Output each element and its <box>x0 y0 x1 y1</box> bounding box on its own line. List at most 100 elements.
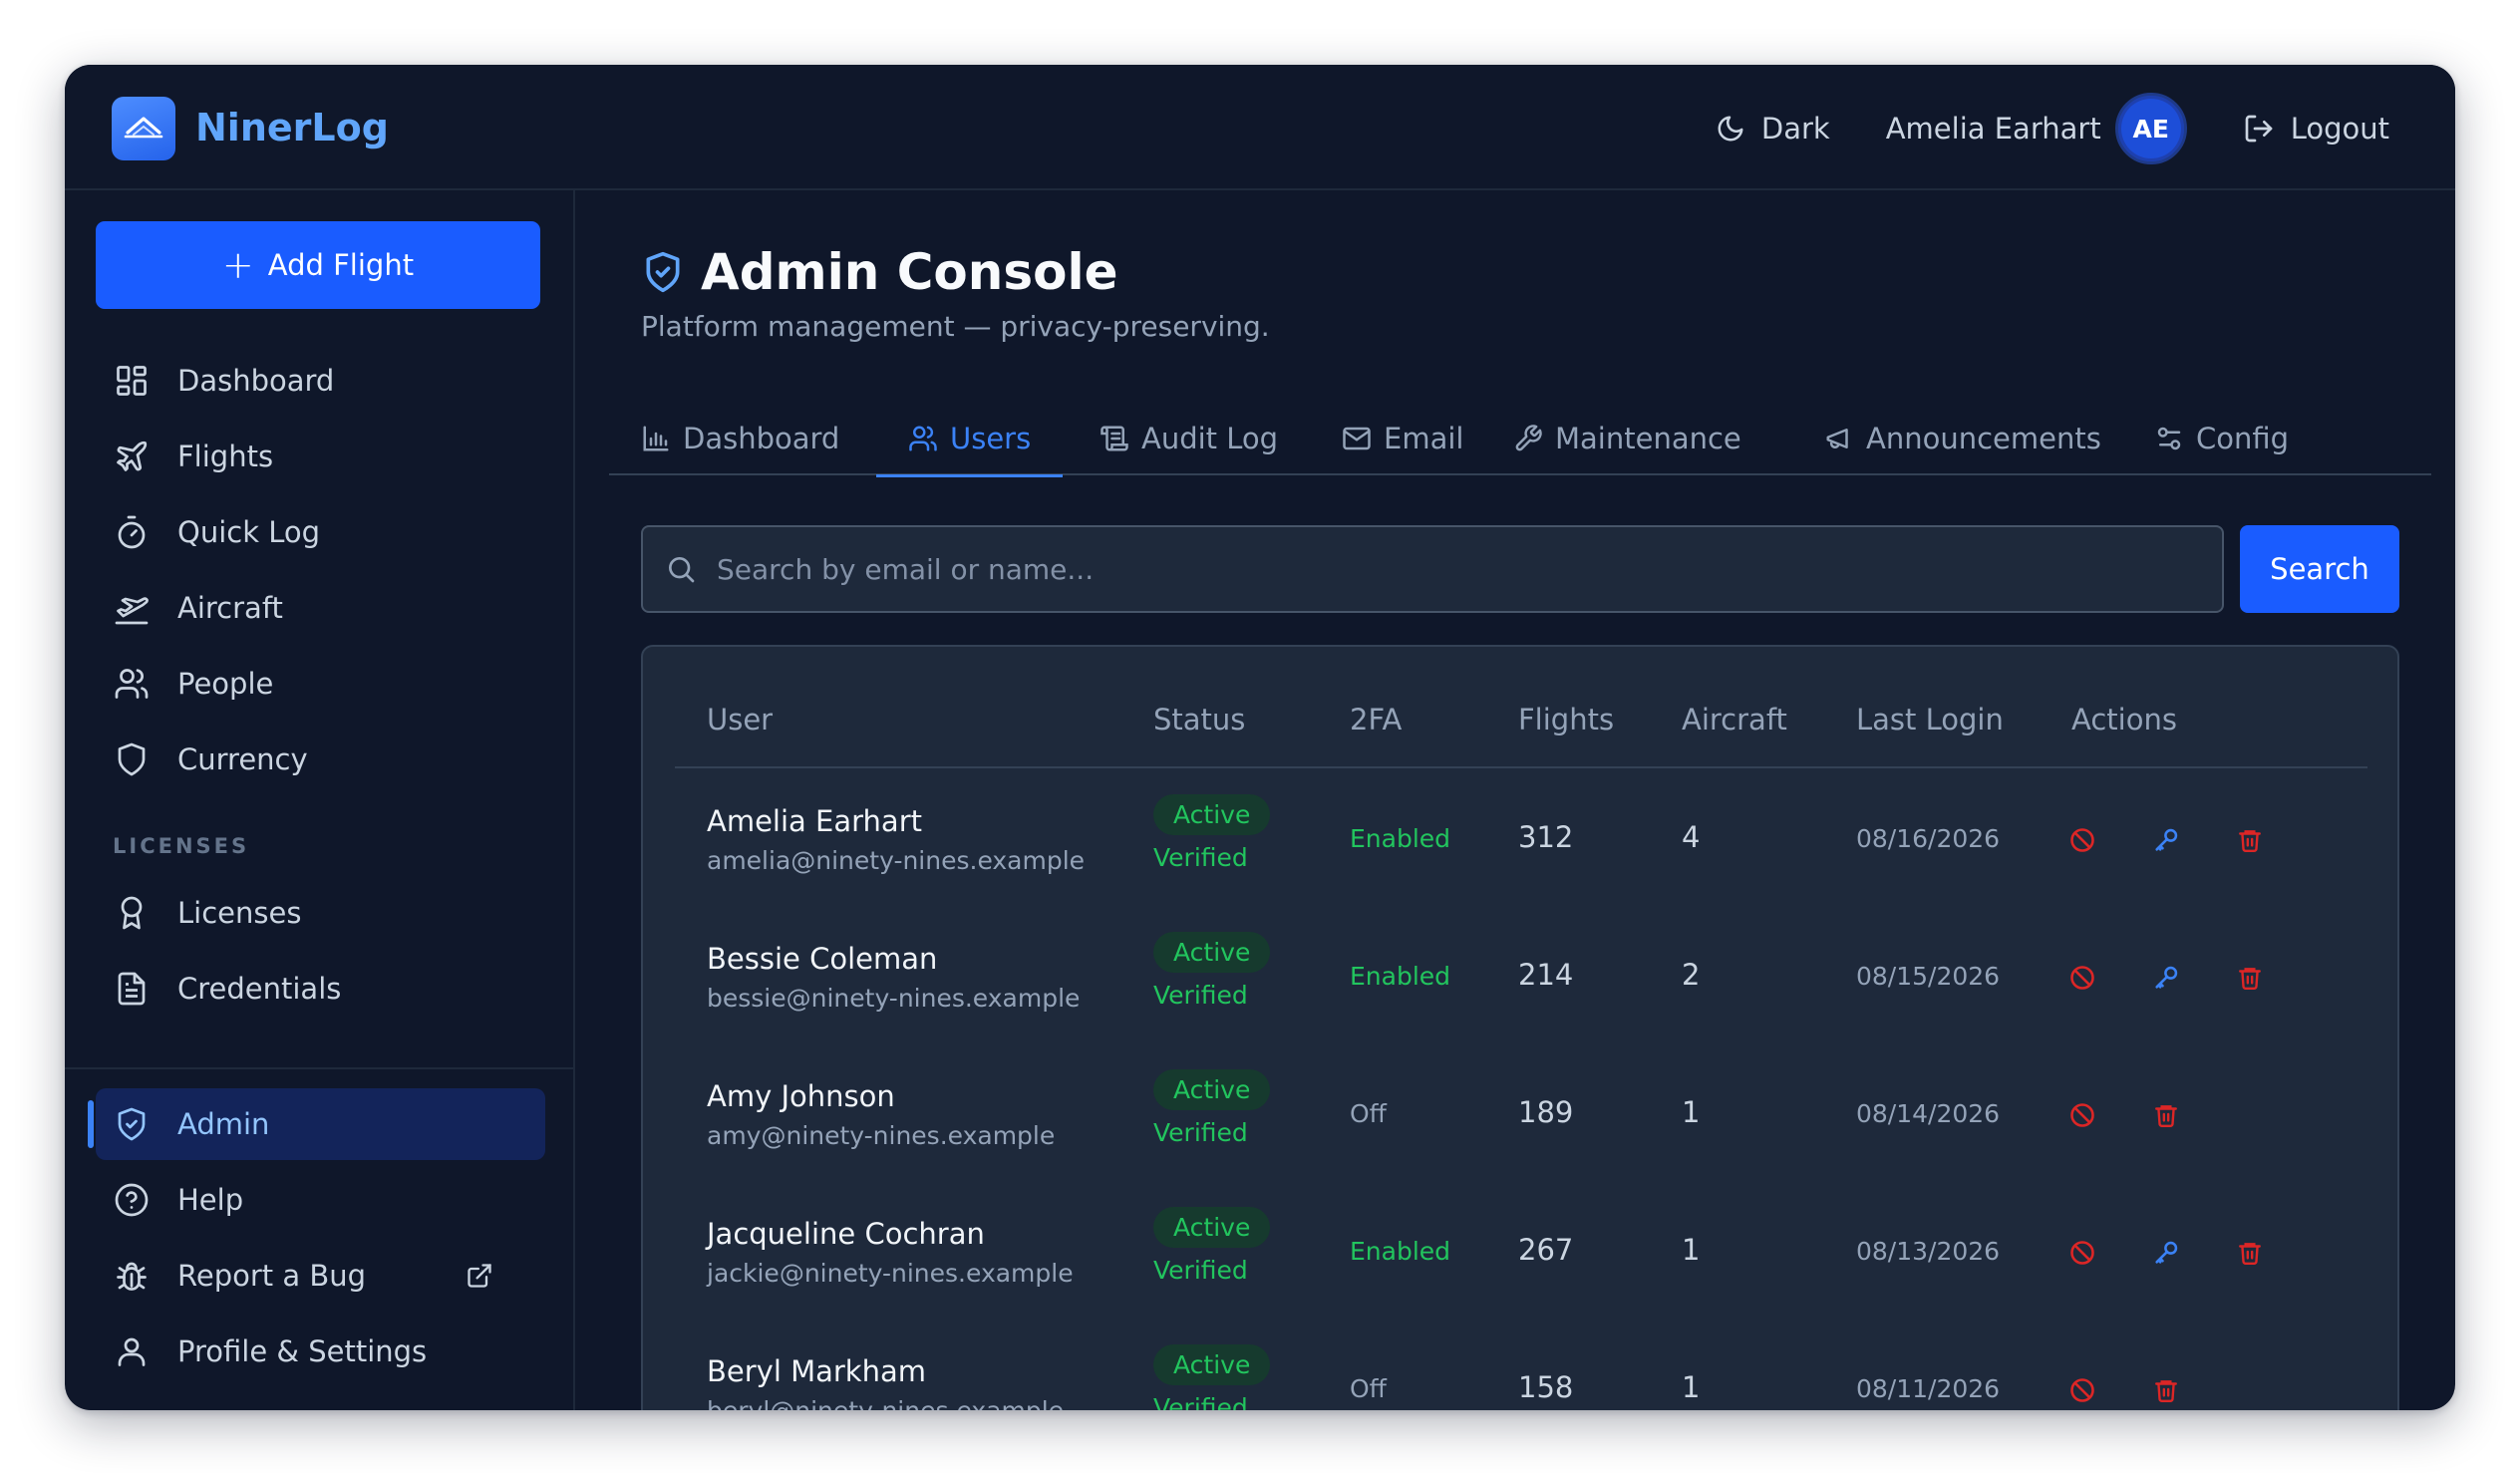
last-login-date: 08/15/2026 <box>1856 962 2001 991</box>
last-login-date: 08/13/2026 <box>1856 1237 2001 1266</box>
sidebar-item-label: Currency <box>177 742 308 776</box>
user-cell: Amy Johnson amy@ninety-nines.example <box>707 1079 1055 1150</box>
flights-count: 312 <box>1518 820 1574 854</box>
last-login-date: 08/16/2026 <box>1856 824 2001 853</box>
user-name: Beryl Markham <box>707 1354 927 1388</box>
page-subtitle: Platform management — privacy-preserving… <box>641 310 1270 343</box>
add-flight-button[interactable]: + Add Flight <box>96 221 540 309</box>
delete-user-button[interactable] <box>2148 1372 2184 1408</box>
page-header: Admin Console <box>641 240 1118 304</box>
ban-icon <box>2070 1103 2094 1127</box>
reset-2fa-button[interactable] <box>2148 960 2184 996</box>
sidebar-item-profile-settings[interactable]: Profile & Settings <box>96 1316 545 1387</box>
disable-user-button[interactable] <box>2064 1097 2100 1133</box>
sidebar-item-label: Flights <box>177 440 274 473</box>
user-name: Amy Johnson <box>707 1079 895 1113</box>
reset-2fa-button[interactable] <box>2148 1235 2184 1271</box>
verified-label: Verified <box>1153 1256 1248 1285</box>
status-cell: Active Verified <box>1153 932 1271 1010</box>
tab-dashboard[interactable]: Dashboard <box>609 402 871 475</box>
sidebar-item-admin[interactable]: Admin <box>88 1088 545 1160</box>
sidebar-item-label: Report a Bug <box>177 1259 367 1293</box>
column-header[interactable]: 2FA <box>1350 703 1402 736</box>
disable-user-button[interactable] <box>2064 1372 2100 1408</box>
tab-announcements[interactable]: Announcements <box>1792 402 2133 475</box>
status-badge: Active <box>1153 794 1271 835</box>
disable-user-button[interactable] <box>2064 1235 2100 1271</box>
shield-check-icon <box>646 251 680 293</box>
tab-audit-log[interactable]: Audit Log <box>1068 402 1310 475</box>
tab-email[interactable]: Email <box>1310 402 1495 475</box>
search-button[interactable]: Search <box>2240 525 2399 613</box>
top-bar: NinerLog Dark Amelia Earhart AE Logout <box>65 65 2455 190</box>
sidebar-item-credentials[interactable]: Credentials <box>96 953 545 1025</box>
twofa-status: Off <box>1350 1374 1387 1403</box>
sidebar-divider <box>65 1067 575 1069</box>
table-row: Beryl Markham beryl@ninety-nines.example A… <box>643 1321 2397 1410</box>
tab-maintenance[interactable]: Maintenance <box>1481 402 1773 475</box>
trash-icon <box>2155 1380 2177 1403</box>
user-icon <box>118 1337 146 1366</box>
logout-label: Logout <box>2290 112 2389 146</box>
column-header[interactable]: Aircraft <box>1682 703 1787 736</box>
table-header: User Status 2FA Flights Aircraft Last Lo… <box>675 647 2367 768</box>
external-link-icon <box>468 1264 491 1288</box>
aircraft-count: 1 <box>1682 1233 1701 1267</box>
dashboard-grid-icon <box>117 366 147 396</box>
logo-icon[interactable] <box>112 97 175 160</box>
aircraft-count: 1 <box>1682 1095 1701 1129</box>
page-title: Admin Console <box>701 243 1118 301</box>
delete-user-button[interactable] <box>2232 1235 2268 1271</box>
award-icon <box>121 896 143 930</box>
delete-user-button[interactable] <box>2232 960 2268 996</box>
last-login-date: 08/11/2026 <box>1856 1374 2001 1403</box>
status-badge: Active <box>1153 932 1271 973</box>
verified-label: Verified <box>1153 1118 1248 1147</box>
theme-label: Dark <box>1760 112 1830 146</box>
sidebar-item-report-bug[interactable]: Report a Bug <box>96 1240 545 1312</box>
delete-user-button[interactable] <box>2232 822 2268 858</box>
flights-count: 214 <box>1518 958 1574 992</box>
plus-icon: + <box>221 243 254 287</box>
ban-icon <box>2070 1378 2094 1402</box>
column-header[interactable]: Actions <box>2071 703 2177 736</box>
sidebar-item-help[interactable]: Help <box>96 1164 545 1236</box>
column-header[interactable]: Flights <box>1518 703 1614 736</box>
ban-icon <box>2070 828 2094 852</box>
search-field[interactable] <box>641 525 2224 613</box>
plane-takeoff-icon <box>115 597 149 625</box>
tab-users[interactable]: Users <box>876 402 1064 477</box>
disable-user-button[interactable] <box>2064 822 2100 858</box>
twofa-status: Enabled <box>1350 962 1451 991</box>
status-cell: Active Verified <box>1153 1207 1271 1285</box>
sidebar-item-dashboard[interactable]: Dashboard <box>96 345 545 417</box>
tab-label: Audit Log <box>1141 422 1279 455</box>
trash-icon <box>2239 1243 2261 1266</box>
add-flight-label: Add Flight <box>267 248 415 282</box>
status-badge: Active <box>1153 1344 1271 1385</box>
sidebar-item-aircraft[interactable]: Aircraft <box>96 572 545 644</box>
app-name[interactable]: NinerLog <box>195 101 389 154</box>
aircraft-count: 4 <box>1682 820 1701 854</box>
tab-config[interactable]: Config <box>2122 402 2321 475</box>
theme-toggle-button[interactable]: Dark <box>1716 112 1830 146</box>
search-input[interactable] <box>717 552 2192 586</box>
column-header[interactable]: User <box>707 703 773 736</box>
logout-button[interactable]: Logout <box>2243 112 2389 146</box>
user-name[interactable]: Amelia Earhart <box>1886 112 2101 146</box>
table-row: Bessie Coleman bessie@ninety-nines.exampl… <box>643 908 2397 1045</box>
user-cell: Beryl Markham beryl@ninety-nines.example <box>707 1354 1064 1410</box>
delete-user-button[interactable] <box>2148 1097 2184 1133</box>
sidebar-item-quick-log[interactable]: Quick Log <box>96 496 545 568</box>
column-header[interactable]: Status <box>1153 703 1245 736</box>
sidebar-item-licenses[interactable]: Licenses <box>96 877 545 949</box>
sidebar-item-people[interactable]: People <box>96 648 545 720</box>
sidebar-item-flights[interactable]: Flights <box>96 421 545 492</box>
avatar[interactable]: AE <box>2114 93 2187 164</box>
sidebar-item-currency[interactable]: Currency <box>96 724 545 795</box>
disable-user-button[interactable] <box>2064 960 2100 996</box>
column-header[interactable]: Last Login <box>1856 703 2004 736</box>
sidebar-item-label: Licenses <box>177 896 302 930</box>
reset-2fa-button[interactable] <box>2148 822 2184 858</box>
mail-icon <box>1343 427 1371 450</box>
